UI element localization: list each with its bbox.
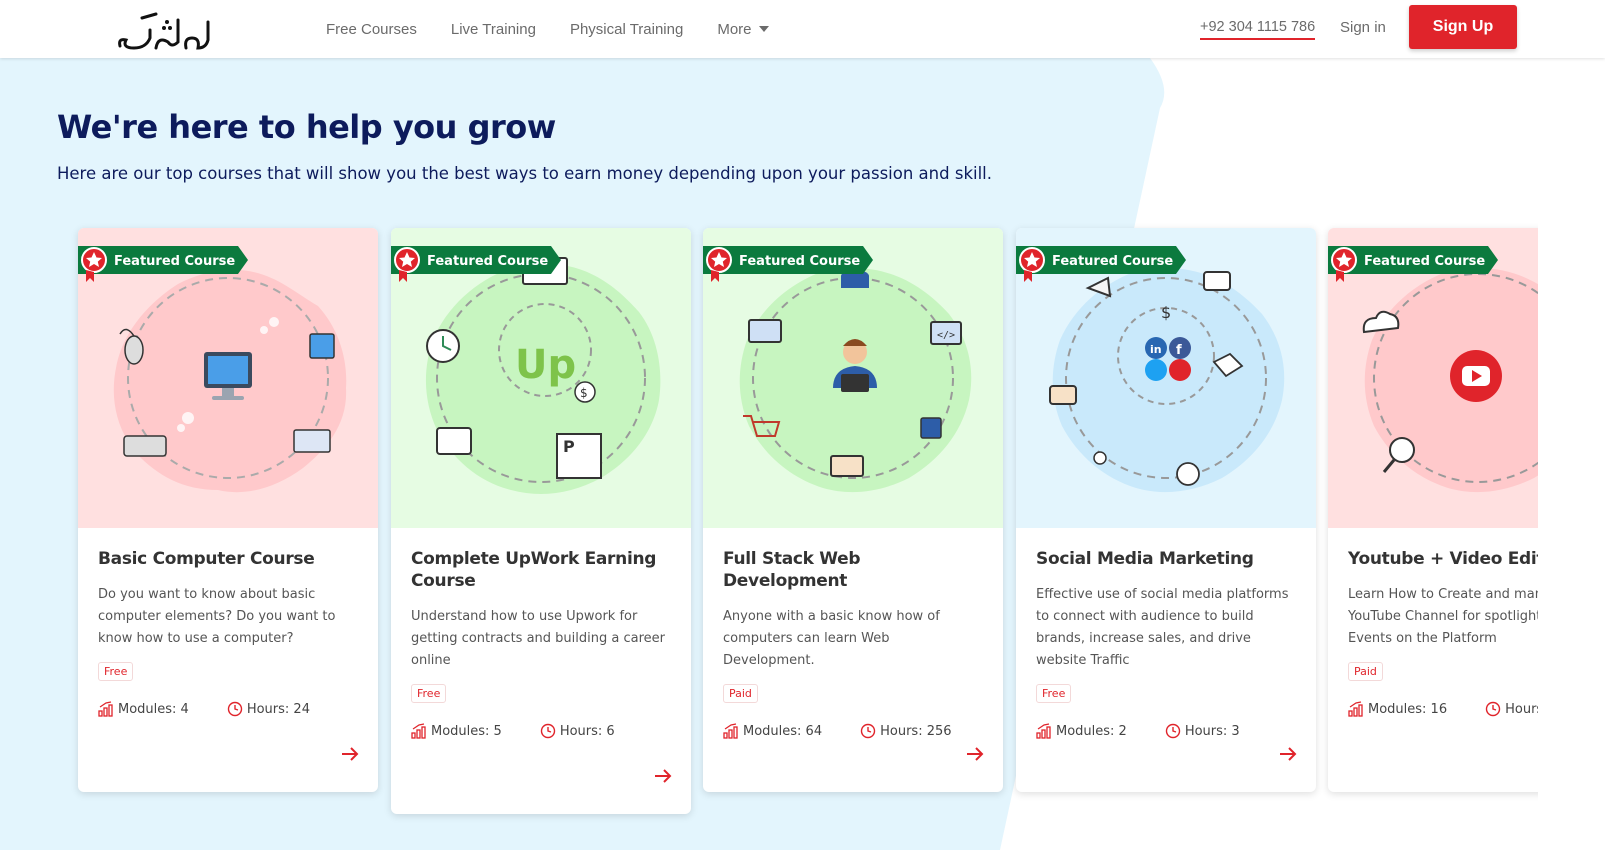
clock-icon xyxy=(540,723,556,739)
nav-more[interactable]: More xyxy=(717,20,769,38)
course-description: Anyone with a basic know how of computer… xyxy=(723,609,940,668)
course-description: Effective use of social media platforms … xyxy=(1036,587,1289,668)
featured-ribbon: Featured Course xyxy=(1328,242,1500,287)
main-nav: Free Courses Live Training Physical Trai… xyxy=(326,0,803,58)
chart-icon xyxy=(1036,723,1051,739)
course-description: Learn How to Create and manage YouTube C… xyxy=(1348,587,1538,646)
chart-icon xyxy=(1348,701,1363,717)
course-meta: Modules: 64 Hours: 256 xyxy=(723,723,983,739)
nav-physical-training[interactable]: Physical Training xyxy=(570,21,683,38)
page-subtitle: Here are our top courses that will show … xyxy=(57,164,992,183)
hours-count: Hours: 8 xyxy=(1505,701,1538,717)
nav-label: More xyxy=(717,20,752,38)
svg-text:f: f xyxy=(1176,343,1182,358)
course-carousel: Featured Course Basic Computer Course Do… xyxy=(60,222,1538,842)
course-description: Do you want to know about basic computer… xyxy=(98,587,336,646)
arrow-right-icon[interactable] xyxy=(1278,746,1298,762)
course-title[interactable]: Basic Computer Course xyxy=(98,548,358,570)
nav-label: Free Courses xyxy=(326,20,417,38)
course-card[interactable]: Up P $ Featured Course Complete UpWork E… xyxy=(391,228,691,814)
clock-icon xyxy=(860,723,876,739)
featured-ribbon: Featured Course xyxy=(703,242,875,287)
svg-text:P: P xyxy=(563,437,575,456)
nav-free-courses[interactable]: Free Courses xyxy=(326,21,417,38)
card-body: Youtube + Video Editing Learn How to Cre… xyxy=(1328,528,1538,717)
ribbon-label: Featured Course xyxy=(114,254,235,269)
course-meta: Modules: 4 Hours: 24 xyxy=(98,701,358,717)
svg-text:$: $ xyxy=(580,386,588,400)
hours-count: Hours: 24 xyxy=(246,701,310,717)
card-body: Basic Computer Course Do you want to kno… xyxy=(78,528,378,717)
course-meta: Modules: 5 Hours: 6 xyxy=(411,723,671,739)
svg-text:$: $ xyxy=(1161,303,1171,322)
clock-icon xyxy=(227,701,243,717)
ribbon-label: Featured Course xyxy=(427,254,548,269)
chart-icon xyxy=(723,723,738,739)
featured-ribbon: Featured Course xyxy=(78,242,250,287)
course-card[interactable]: </> Featured Course Full Stack Web Devel… xyxy=(703,228,1003,792)
ribbon-label: Featured Course xyxy=(1052,254,1173,269)
price-badge: Free xyxy=(1036,684,1072,703)
course-meta: Modules: 2 Hours: 3 xyxy=(1036,723,1296,739)
site-logo[interactable] xyxy=(116,8,216,54)
modules-count: Modules: 4 xyxy=(118,701,189,717)
course-title[interactable]: Full Stack Web Development xyxy=(723,548,983,592)
card-body: Full Stack Web Development Anyone with a… xyxy=(703,528,1003,739)
hours-count: Hours: 6 xyxy=(559,723,615,739)
price-badge: Free xyxy=(411,684,447,703)
course-meta: Modules: 16 Hours: 8 xyxy=(1348,701,1538,717)
course-title[interactable]: Complete UpWork Earning Course xyxy=(411,548,671,592)
chart-icon xyxy=(98,701,113,717)
course-description: Understand how to use Upwork for getting… xyxy=(411,609,665,668)
clock-icon xyxy=(1165,723,1181,739)
price-badge: Free xyxy=(98,662,134,681)
price-badge: Paid xyxy=(723,684,758,703)
svg-text:</>: </> xyxy=(937,330,955,341)
arrow-right-icon[interactable] xyxy=(340,746,360,762)
course-card[interactable]: in f $ Featured Course Social Media Mark… xyxy=(1016,228,1316,792)
hours-count: Hours: 3 xyxy=(1184,723,1240,739)
clock-icon xyxy=(1485,701,1501,717)
course-card[interactable]: Featured Course Basic Computer Course Do… xyxy=(78,228,378,792)
ribbon-label: Featured Course xyxy=(1364,254,1485,269)
featured-ribbon: Featured Course xyxy=(391,242,563,287)
sign-up-button[interactable]: Sign Up xyxy=(1409,5,1517,49)
price-badge: Paid xyxy=(1348,662,1383,681)
sign-in-link[interactable]: Sign in xyxy=(1340,19,1386,36)
site-header: Free Courses Live Training Physical Trai… xyxy=(0,0,1605,58)
chart-icon xyxy=(411,723,426,739)
modules-count: Modules: 64 xyxy=(743,723,823,739)
card-body: Complete UpWork Earning Course Understan… xyxy=(391,528,691,739)
page-title: We're here to help you grow xyxy=(57,108,556,146)
nav-label: Physical Training xyxy=(569,20,684,38)
modules-count: Modules: 2 xyxy=(1056,723,1127,739)
modules-count: Modules: 5 xyxy=(431,723,502,739)
caret-down-icon xyxy=(758,26,769,32)
course-title[interactable]: Social Media Marketing xyxy=(1036,548,1296,570)
course-card[interactable]: Featured Course Youtube + Video Editing … xyxy=(1328,228,1538,792)
course-title[interactable]: Youtube + Video Editing xyxy=(1348,548,1538,570)
arrow-right-icon[interactable] xyxy=(965,746,985,762)
arrow-right-icon[interactable] xyxy=(653,768,673,784)
svg-text:Up: Up xyxy=(515,342,576,388)
phone-link[interactable]: +92 304 1115 786 xyxy=(1200,19,1316,40)
modules-count: Modules: 16 xyxy=(1368,701,1448,717)
hours-count: Hours: 256 xyxy=(880,723,952,739)
featured-ribbon: Featured Course xyxy=(1016,242,1188,287)
ribbon-label: Featured Course xyxy=(739,254,860,269)
card-body: Social Media Marketing Effective use of … xyxy=(1016,528,1316,739)
nav-label: Live Training xyxy=(450,20,536,38)
svg-text:in: in xyxy=(1150,343,1162,356)
nav-live-training[interactable]: Live Training xyxy=(451,21,536,38)
